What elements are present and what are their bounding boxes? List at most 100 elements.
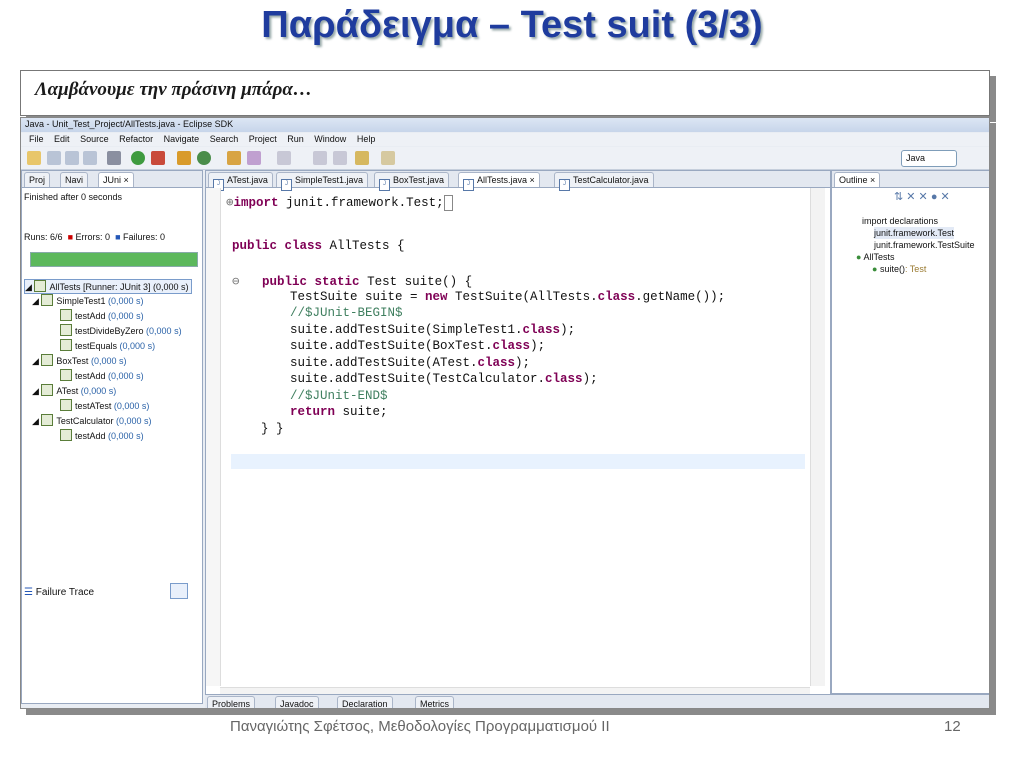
tree-item-simpletest1[interactable]: ◢ SimpleTest1 (0,000 s) <box>32 294 144 307</box>
code-line-11[interactable]: suite.addTestSuite(TestCalculator.class)… <box>290 372 598 386</box>
tree-item-testadd[interactable]: testAdd (0,000 s) <box>60 309 144 322</box>
menu-search[interactable]: Search <box>210 133 239 146</box>
tab-label: AllTests.java <box>477 175 528 185</box>
tree-item-alltests[interactable]: ◢ AllTests [Runner: JUnit 3] (0,000 s) <box>24 279 192 294</box>
tree-label: suite() <box>879 264 905 274</box>
tree-item-testcalculator[interactable]: ◢ TestCalculator (0,000 s) <box>32 414 152 427</box>
code-line-14[interactable]: } } <box>261 422 284 436</box>
code-text: TestSuite(AllTests. <box>447 290 598 304</box>
back-icon[interactable] <box>355 151 369 165</box>
menu-source[interactable]: Source <box>80 133 109 146</box>
java-perspective-button[interactable]: Java <box>901 150 957 167</box>
menu-navigate[interactable]: Navigate <box>164 133 200 146</box>
code-text: suite.addTestSuite(TestCalculator. <box>290 372 546 386</box>
save-all-icon[interactable] <box>65 151 79 165</box>
tab-javadoc[interactable]: Javadoc <box>275 696 319 708</box>
new-icon[interactable] <box>27 151 41 165</box>
menu-edit[interactable]: Edit <box>54 133 70 146</box>
open-type-icon[interactable] <box>227 151 241 165</box>
vertical-scrollbar[interactable] <box>810 188 825 686</box>
tab-boxtest[interactable]: J BoxTest.java <box>374 172 450 191</box>
menu-file[interactable]: File <box>29 133 44 146</box>
menu-help[interactable]: Help <box>357 133 376 146</box>
tab-junit-label: JUni <box>103 175 122 185</box>
code-text: Test suite() { <box>359 275 473 289</box>
tree-time: (0,000 s) <box>90 356 127 366</box>
keyword: import <box>233 196 279 210</box>
tab-atest[interactable]: J ATest.java <box>208 172 273 191</box>
tree-time: (0,000 s) <box>113 401 150 411</box>
failures-icon: ■ <box>115 232 121 242</box>
save-icon[interactable] <box>47 151 61 165</box>
tab-project-explorer[interactable]: Proj <box>24 172 51 187</box>
test-suite-icon <box>41 294 54 306</box>
external-tools-icon[interactable] <box>151 151 165 165</box>
tab-alltests[interactable]: J AllTests.java × <box>458 172 540 191</box>
search-icon[interactable] <box>247 151 261 165</box>
keyword: public class <box>232 239 323 253</box>
tab-junit[interactable]: JUni × <box>98 172 134 187</box>
tab-problems[interactable]: Problems <box>207 696 256 708</box>
tab-navigator[interactable]: Navi <box>60 172 89 187</box>
tree-item-testequals[interactable]: testEquals (0,000 s) <box>60 339 155 352</box>
editor-ruler <box>206 188 221 686</box>
next-annotation-icon[interactable] <box>313 151 327 165</box>
outline-import-test[interactable]: junit.framework.Test <box>874 227 955 239</box>
java-file-icon: J <box>281 179 292 191</box>
code-text: junit.framework.Test; <box>278 196 444 210</box>
menu-run[interactable]: Run <box>287 133 304 146</box>
outline-method-suite[interactable]: ● suite(): Test <box>872 263 926 275</box>
menu-refactor[interactable]: Refactor <box>119 133 153 146</box>
filter-stack-icon[interactable] <box>170 583 188 599</box>
tab-simpletest1[interactable]: J SimpleTest1.java <box>276 172 369 191</box>
tree-item-testdividebyzero[interactable]: testDivideByZero (0,000 s) <box>60 324 182 337</box>
prev-annotation-icon[interactable] <box>333 151 347 165</box>
code-line-13[interactable]: return suite; <box>290 405 388 419</box>
code-line-9[interactable]: suite.addTestSuite(BoxTest.class); <box>290 339 545 353</box>
tree-item-testatest[interactable]: testATest (0,000 s) <box>60 399 149 412</box>
code-line-5[interactable]: ⊖ public static Test suite() { <box>232 273 472 289</box>
new-class-icon[interactable] <box>197 151 211 165</box>
menu-project[interactable]: Project <box>249 133 277 146</box>
tab-metrics[interactable]: Metrics <box>415 696 454 708</box>
toggle-mark-icon[interactable] <box>277 151 291 165</box>
code-line-7[interactable]: //$JUnit-BEGIN$ <box>290 306 403 320</box>
run-icon[interactable] <box>131 151 145 165</box>
tab-outline[interactable]: Outline × <box>834 172 881 187</box>
outline-import-declarations[interactable]: import declarations <box>862 215 938 227</box>
code-line-12[interactable]: //$JUnit-END$ <box>290 389 388 403</box>
test-pass-icon <box>60 324 72 336</box>
new-java-project-icon[interactable] <box>177 151 191 165</box>
outline-tabstrip: Outline × <box>832 171 989 188</box>
tree-time: (0,000 s) <box>146 326 182 336</box>
tree-item-testadd-3[interactable]: testAdd (0,000 s) <box>60 429 144 442</box>
print-icon[interactable] <box>83 151 97 165</box>
failure-trace-label: Failure Trace <box>35 587 95 598</box>
slide-title: Παράδειγμα – Test suit (3/3) <box>261 4 763 46</box>
tree-label: testEquals <box>75 341 118 351</box>
code-line-6[interactable]: TestSuite suite = new TestSuite(AllTests… <box>290 290 725 304</box>
outline-toolbar[interactable]: ⇅ ✕ ✕ ● ✕ <box>894 191 950 203</box>
tree-label: junit.framework.TestSuite <box>874 240 975 250</box>
junit-counters: Runs: 6/6 ■ Errors: 0 ■ Failures: 0 <box>24 231 165 243</box>
forward-icon[interactable] <box>381 151 395 165</box>
tab-declaration[interactable]: Declaration <box>337 696 393 708</box>
menu-window[interactable]: Window <box>314 133 346 146</box>
outline-class-alltests[interactable]: ● AllTests <box>856 251 894 263</box>
code-line-8[interactable]: suite.addTestSuite(SimpleTest1.class); <box>290 323 575 337</box>
code-line-3[interactable]: public class AllTests { <box>232 239 405 253</box>
java-file-icon: J <box>463 179 474 191</box>
outline-import-testsuite[interactable]: junit.framework.TestSuite <box>874 239 975 251</box>
test-suite-icon <box>34 280 47 292</box>
tree-item-atest[interactable]: ◢ ATest (0,000 s) <box>32 384 116 397</box>
tree-item-boxtest[interactable]: ◢ BoxTest (0,000 s) <box>32 354 126 367</box>
code-line-1[interactable]: ⊕import junit.framework.Test; <box>226 194 454 211</box>
tree-label: AllTests [Runner: JUnit 3] (0,000 s) <box>49 282 189 292</box>
code-line-10[interactable]: suite.addTestSuite(ATest.class); <box>290 356 530 370</box>
method-icon: ● <box>872 264 878 274</box>
debug-icon[interactable] <box>107 151 121 165</box>
code-text: ); <box>530 339 546 353</box>
tree-item-testadd-2[interactable]: testAdd (0,000 s) <box>60 369 144 382</box>
tab-testcalculator[interactable]: J TestCalculator.java <box>554 172 654 191</box>
expand-icon[interactable]: ◢ <box>25 282 32 292</box>
